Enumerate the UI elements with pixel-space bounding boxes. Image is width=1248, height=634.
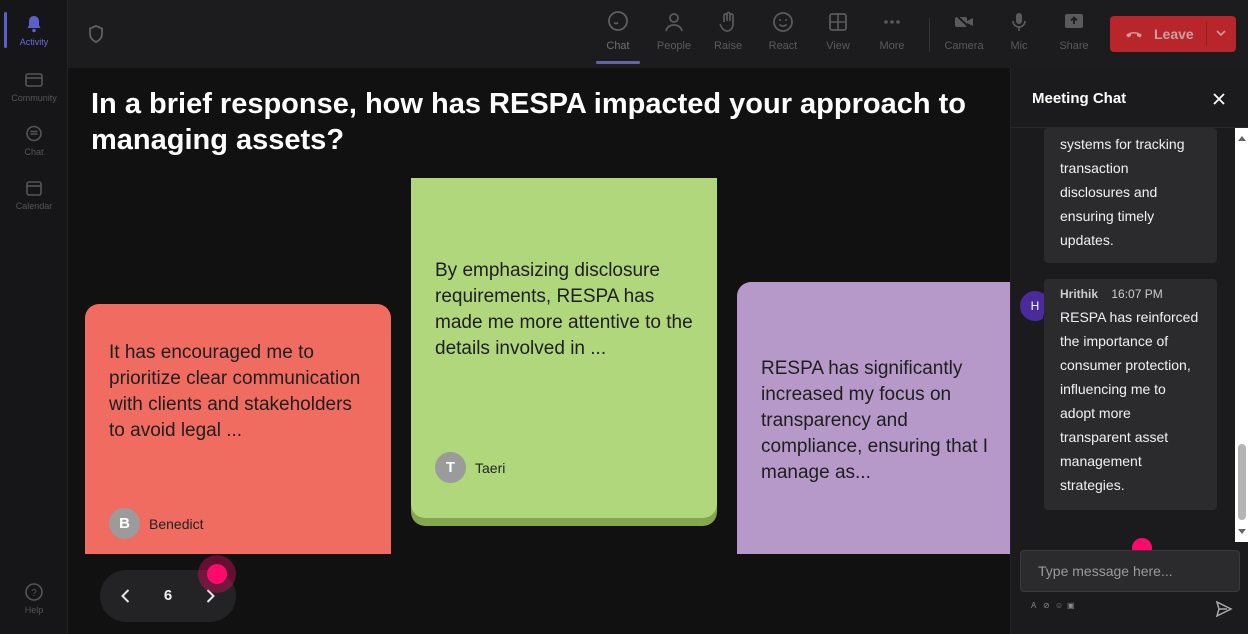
response-author: B Benedict [109, 508, 203, 539]
toolbar-label: Raise [713, 40, 743, 52]
chat-scrollbar[interactable] [1235, 128, 1248, 542]
toolbar-divider [929, 18, 930, 52]
meeting-toolbar: Chat People Raise React View More Camera… [68, 0, 1248, 68]
chat-header: Meeting Chat [1011, 68, 1248, 128]
format-icon[interactable]: A [1031, 602, 1039, 610]
toolbar-label: Share [1059, 40, 1089, 52]
toolbar-react-button[interactable]: React [757, 10, 809, 60]
response-card[interactable]: RESPA has significantly increased my foc… [737, 282, 1010, 554]
leave-divider [1206, 22, 1207, 46]
response-text: By emphasizing disclosure requirements, … [435, 260, 693, 359]
page-number: 6 [163, 587, 173, 604]
community-icon [25, 72, 43, 87]
close-icon[interactable] [1211, 91, 1227, 107]
rail-item-label: Community [11, 92, 57, 103]
rail-item-community[interactable]: Community [0, 62, 68, 110]
rail-item-label: Calendar [15, 200, 53, 211]
question-title: In a brief response, how has RESPA impac… [91, 88, 967, 156]
toolbar-share-button[interactable]: Share [1048, 10, 1100, 60]
help-icon: ? [25, 582, 43, 601]
rail-item-help[interactable]: ? Help [0, 574, 68, 622]
toolbar-camera-button[interactable]: Camera [938, 10, 990, 60]
scrollbar-thumb[interactable] [1238, 444, 1246, 520]
send-icon[interactable] [1215, 600, 1233, 618]
leave-label: Leave [1154, 26, 1194, 42]
meeting-chat-panel: Meeting Chat systems for tracking transa… [1010, 68, 1248, 634]
scroll-down-arrow-icon[interactable] [1238, 528, 1246, 536]
toolbar-label: More [879, 40, 905, 52]
rail-item-label: Chat [24, 146, 44, 157]
more-dots-icon [884, 20, 900, 24]
avatar: T [435, 452, 466, 483]
author-name: Benedict [149, 515, 204, 532]
author-name: Taeri [475, 459, 506, 476]
response-text: It has encouraged me to prioritize clear… [109, 342, 361, 441]
chevron-down-icon[interactable] [1214, 26, 1228, 40]
response-card[interactable]: By emphasizing disclosure requirements, … [411, 178, 717, 518]
rail-item-label: Activity [19, 36, 49, 47]
chevron-left-icon[interactable] [116, 586, 136, 606]
toolbar-mic-button[interactable]: Mic [993, 10, 1045, 60]
chat-message: Hrithik 16:07 PM RESPA has reinforced th… [1044, 279, 1217, 510]
chat-message-input[interactable] [1020, 550, 1240, 592]
message-meta: Hrithik 16:07 PM [1060, 285, 1201, 303]
svg-text:?: ? [31, 588, 37, 599]
message-time: 16:07 PM [1111, 287, 1163, 301]
shield-icon [89, 25, 103, 43]
leave-button[interactable]: Leave [1110, 16, 1236, 52]
toolbar-chat-button[interactable]: Chat [592, 10, 644, 64]
toolbar-label: Camera [944, 40, 984, 52]
chat-icon [26, 125, 42, 141]
response-card[interactable]: It has encouraged me to prioritize clear… [85, 304, 391, 554]
message-text: RESPA has reinforced the importance of c… [1060, 309, 1199, 493]
camera-off-icon [954, 13, 973, 31]
app-rail: Activity Community Chat Calendar ? Help [0, 0, 68, 634]
attach-icon[interactable]: ⊘ [1043, 602, 1051, 610]
rail-item-chat[interactable]: Chat [0, 116, 68, 164]
chat-icon [608, 11, 628, 31]
scroll-up-arrow-icon[interactable] [1238, 134, 1246, 142]
hang-up-icon [1126, 32, 1142, 38]
toolbar-label: View [826, 40, 850, 52]
avatar: B [109, 508, 140, 539]
toolbar-more-button[interactable]: More [866, 10, 918, 60]
chat-title: Meeting Chat [1032, 90, 1127, 107]
rail-item-label: Help [24, 604, 44, 615]
toolbar-people-button[interactable]: People [648, 10, 700, 60]
toolbar-label: React [768, 40, 798, 52]
toolbar-view-button[interactable]: View [812, 10, 864, 60]
sender-name: Hrithik [1060, 287, 1099, 301]
response-author: T Taeri [435, 452, 505, 483]
smiley-icon [773, 12, 793, 32]
chat-message: systems for tracking transaction disclos… [1044, 128, 1217, 263]
gif-icon[interactable]: ▣ [1067, 602, 1075, 610]
toolbar-label: Mic [1010, 40, 1028, 52]
whiteboard-stage: In a brief response, how has RESPA impac… [68, 68, 1010, 634]
message-text: systems for tracking transaction disclos… [1060, 136, 1185, 248]
grid-view-icon [829, 13, 847, 31]
people-icon [665, 13, 683, 32]
rail-item-calendar[interactable]: Calendar [0, 170, 68, 218]
click-indicator [207, 564, 227, 584]
share-screen-icon [1065, 14, 1083, 28]
raise-hand-icon [719, 11, 734, 32]
toolbar-label: Chat [606, 40, 630, 52]
calendar-icon [26, 180, 42, 196]
avatar-initial: H [1030, 299, 1040, 313]
toolbar-raise-button[interactable]: Raise [702, 10, 754, 60]
chat-format-tools: A ⊘ ☺ ▣ [1031, 602, 1075, 610]
toolbar-label: People [656, 40, 692, 52]
bell-icon [27, 15, 41, 32]
response-text: RESPA has significantly increased my foc… [761, 358, 989, 483]
emoji-icon[interactable]: ☺ [1055, 602, 1063, 610]
rail-item-activity[interactable]: Activity [0, 6, 68, 54]
microphone-icon [1012, 13, 1026, 31]
